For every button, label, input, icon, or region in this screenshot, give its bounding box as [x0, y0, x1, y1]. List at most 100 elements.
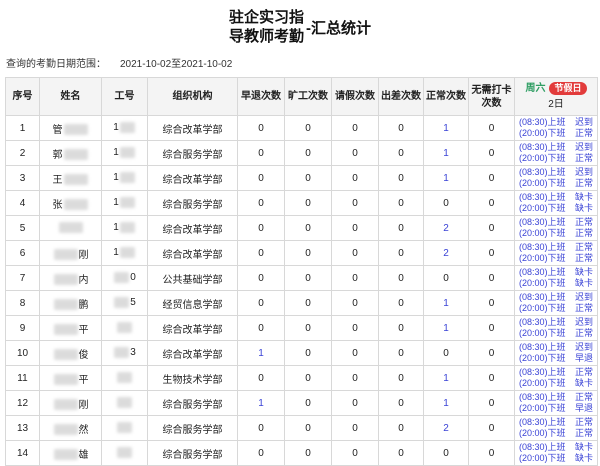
- clock-out-time: (20:00)下班: [519, 278, 566, 289]
- clock-in-time: (08:30)上班: [519, 167, 566, 178]
- clock-out-status: 正常: [575, 253, 593, 264]
- clock-out-status: 正常: [575, 153, 593, 164]
- cell-organization: 综合改革学部: [148, 166, 238, 191]
- clock-in-status: 正常: [575, 392, 593, 403]
- cell-trip-count: 0: [379, 141, 424, 166]
- cell-name: 雄: [40, 441, 102, 466]
- redacted-name: [54, 324, 78, 335]
- cell-day-detail: (08:30)上班迟到 (20:00)下班正常: [515, 166, 598, 191]
- cell-absent-count: 0: [285, 216, 332, 241]
- day-number: 2日: [517, 98, 595, 111]
- cell-leave-count: 0: [332, 391, 379, 416]
- redacted-id: [114, 272, 129, 283]
- col-header-leave: 请假次数: [332, 78, 379, 116]
- cell-early-leave-count: 0: [238, 266, 285, 291]
- cell-trip-count: 0: [379, 291, 424, 316]
- cell-leave-count: 0: [332, 266, 379, 291]
- clock-in-time: (08:30)上班: [519, 192, 566, 203]
- cell-no-punch-count: 0: [469, 116, 515, 141]
- table-row: 5 1 综合改革学部 0 0 0 0 2 0 (08:30)上班正常 (20:0…: [6, 216, 598, 241]
- cell-leave-count: 0: [332, 341, 379, 366]
- cell-day-detail: (08:30)上班迟到 (20:00)下班正常: [515, 141, 598, 166]
- cell-name: 郭: [40, 141, 102, 166]
- cell-normal-count: 2: [424, 241, 469, 266]
- cell-early-leave-count: 0: [238, 416, 285, 441]
- clock-out-status: 正常: [575, 128, 593, 139]
- cell-normal-count: 1: [424, 391, 469, 416]
- clock-in-time: (08:30)上班: [519, 342, 566, 353]
- clock-out-status: 早退: [575, 353, 593, 364]
- redacted-id: [120, 222, 135, 233]
- cell-absent-count: 0: [285, 316, 332, 341]
- cell-leave-count: 0: [332, 241, 379, 266]
- redacted-id: [120, 247, 135, 258]
- cell-organization: 生物技术学部: [148, 366, 238, 391]
- cell-organization: 综合改革学部: [148, 241, 238, 266]
- cell-trip-count: 0: [379, 116, 424, 141]
- cell-early-leave-count: 0: [238, 316, 285, 341]
- cell-early-leave-count: 0: [238, 216, 285, 241]
- clock-out-status: 早退: [575, 403, 593, 414]
- cell-normal-count: 0: [424, 441, 469, 466]
- cell-index: 11: [6, 366, 40, 391]
- cell-early-leave-count: 0: [238, 191, 285, 216]
- cell-day-detail: (08:30)上班缺卡 (20:00)下班缺卡: [515, 266, 598, 291]
- cell-trip-count: 0: [379, 441, 424, 466]
- cell-early-leave-count: 0: [238, 291, 285, 316]
- cell-employee-id: [102, 316, 148, 341]
- redacted-name: [64, 199, 88, 210]
- col-header-trip: 出差次数: [379, 78, 424, 116]
- cell-organization: 综合服务学部: [148, 391, 238, 416]
- col-header-org: 组织机构: [148, 78, 238, 116]
- cell-employee-id: 0: [102, 266, 148, 291]
- cell-index: 4: [6, 191, 40, 216]
- redacted-name: [54, 249, 78, 260]
- redacted-name: [59, 222, 83, 233]
- cell-day-detail: (08:30)上班缺卡 (20:00)下班缺卡: [515, 441, 598, 466]
- cell-normal-count: 1: [424, 366, 469, 391]
- cell-normal-count: 2: [424, 416, 469, 441]
- cell-day-detail: (08:30)上班迟到 (20:00)下班早退: [515, 341, 598, 366]
- clock-out-status: 正常: [575, 328, 593, 339]
- cell-trip-count: 0: [379, 316, 424, 341]
- cell-day-detail: (08:30)上班缺卡 (20:00)下班缺卡: [515, 191, 598, 216]
- clock-out-time: (20:00)下班: [519, 253, 566, 264]
- cell-trip-count: 0: [379, 191, 424, 216]
- cell-trip-count: 0: [379, 166, 424, 191]
- cell-absent-count: 0: [285, 416, 332, 441]
- clock-in-status: 缺卡: [575, 192, 593, 203]
- redacted-id: [114, 297, 129, 308]
- table-row: 1 管 1 综合改革学部 0 0 0 0 1 0 (08:30)上班迟到 (20…: [6, 116, 598, 141]
- cell-name: [40, 216, 102, 241]
- cell-no-punch-count: 0: [469, 266, 515, 291]
- cell-organization: 综合改革学部: [148, 341, 238, 366]
- table-header-row: 序号 姓名 工号 组织机构 早退次数 旷工次数 请假次数 出差次数 正常次数 无…: [6, 78, 598, 116]
- cell-employee-id: 1: [102, 116, 148, 141]
- redacted-name: [54, 274, 78, 285]
- cell-index: 3: [6, 166, 40, 191]
- query-date-range-value: 2021-10-02至2021-10-02: [120, 59, 232, 70]
- redacted-name: [64, 124, 88, 135]
- cell-normal-count: 0: [424, 341, 469, 366]
- cell-name: 俊: [40, 341, 102, 366]
- clock-out-time: (20:00)下班: [519, 228, 566, 239]
- clock-in-time: (08:30)上班: [519, 442, 566, 453]
- table-row: 6 刚 1 综合改革学部 0 0 0 0 2 0 (08:30)上班正常 (20…: [6, 241, 598, 266]
- cell-index: 2: [6, 141, 40, 166]
- redacted-name: [54, 399, 78, 410]
- cell-early-leave-count: 1: [238, 341, 285, 366]
- cell-no-punch-count: 0: [469, 341, 515, 366]
- cell-no-punch-count: 0: [469, 141, 515, 166]
- cell-no-punch-count: 0: [469, 316, 515, 341]
- clock-out-time: (20:00)下班: [519, 203, 566, 214]
- cell-no-punch-count: 0: [469, 441, 515, 466]
- cell-index: 5: [6, 216, 40, 241]
- clock-in-time: (08:30)上班: [519, 292, 566, 303]
- clock-in-status: 迟到: [575, 167, 593, 178]
- cell-absent-count: 0: [285, 291, 332, 316]
- col-header-absent: 旷工次数: [285, 78, 332, 116]
- col-header-no-punch: 无需打卡次数: [469, 78, 515, 116]
- weekday-label: 周六: [525, 82, 545, 95]
- page-title: 驻企实习指 导教师考勤 -汇总统计: [0, 0, 600, 46]
- cell-leave-count: 0: [332, 291, 379, 316]
